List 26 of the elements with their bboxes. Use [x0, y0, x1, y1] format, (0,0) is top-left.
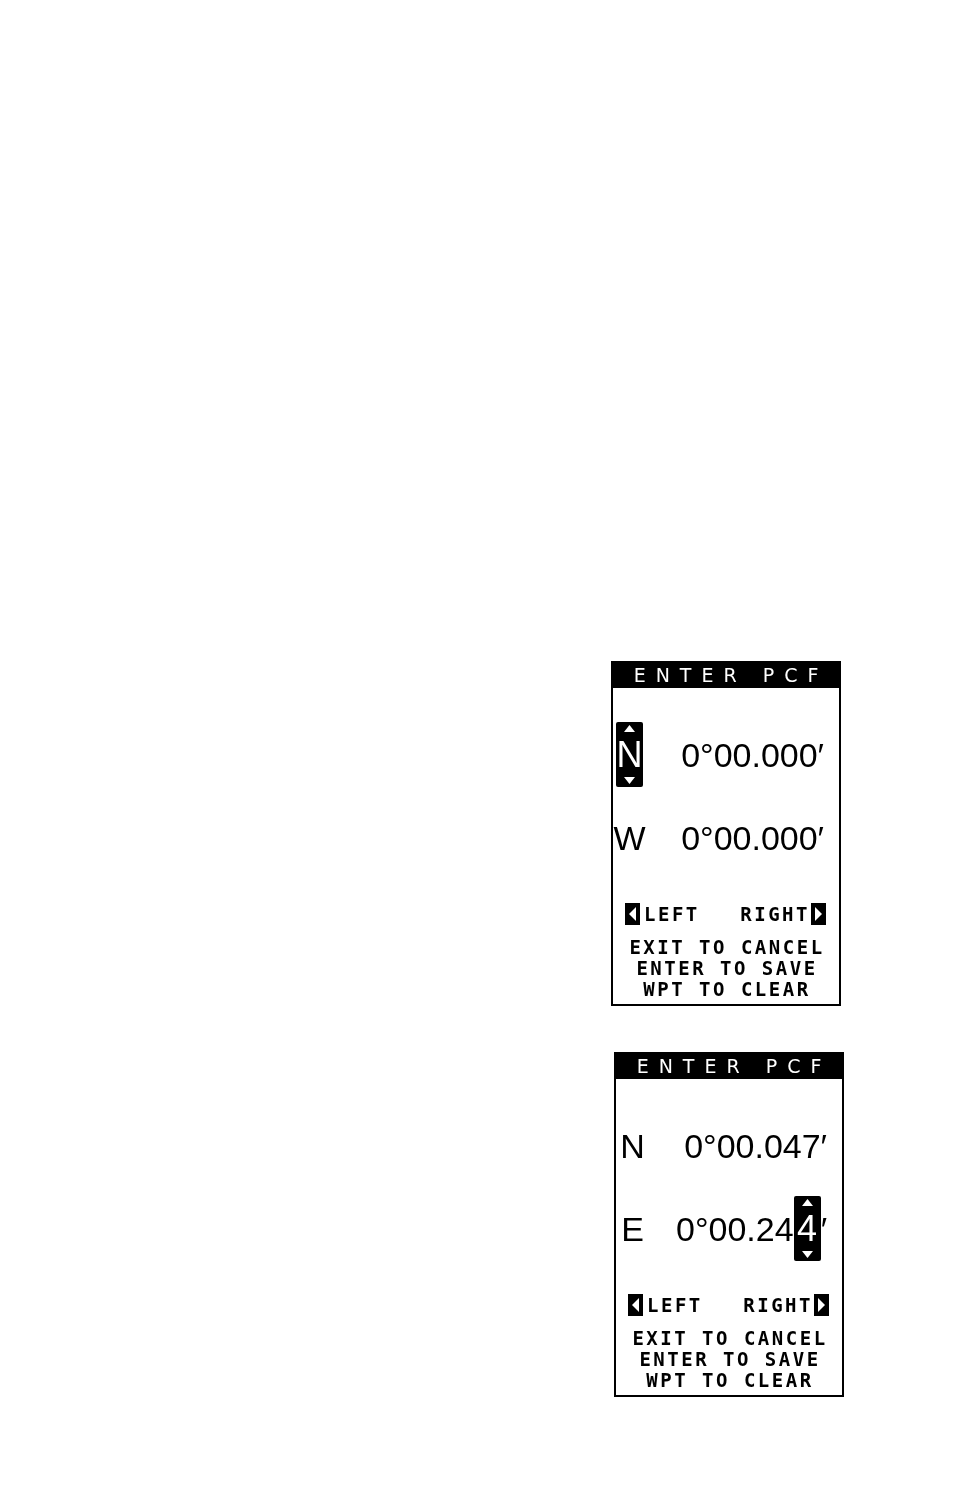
- up-triangle-icon: [801, 1199, 813, 1206]
- instruction-line: ENTER TO SAVE: [635, 958, 818, 979]
- instruction-line: EXIT TO CANCEL: [631, 1328, 828, 1349]
- hemisphere-letter: W: [613, 819, 646, 856]
- left-hint: LEFT: [644, 901, 700, 927]
- down-triangle-icon: [624, 777, 635, 784]
- right-hint: RIGHT: [743, 1292, 813, 1318]
- cursor-character: 4: [797, 1210, 818, 1247]
- screen-title: ENTER PCF: [636, 1057, 832, 1076]
- hemisphere-letter: N: [620, 1127, 645, 1164]
- instruction-line: WPT TO CLEAR: [645, 1370, 814, 1391]
- coordinate-value: 0°00.000′: [681, 819, 824, 856]
- coordinate-value: 0°00.000′: [681, 736, 824, 773]
- coordinate-value: ′: [820, 1210, 827, 1247]
- hemisphere-letter: E: [621, 1210, 644, 1247]
- screen-title: ENTER PCF: [633, 666, 829, 685]
- instruction-line: ENTER TO SAVE: [638, 1349, 821, 1370]
- coordinate-value: 0°00.24: [676, 1210, 794, 1247]
- instruction-line: EXIT TO CANCEL: [628, 937, 825, 958]
- left-hint: LEFT: [647, 1292, 703, 1318]
- down-triangle-icon: [801, 1251, 813, 1258]
- cursor-character: N: [616, 736, 643, 773]
- up-triangle-icon: [624, 725, 635, 732]
- instruction-line: WPT TO CLEAR: [642, 979, 811, 1000]
- right-hint: RIGHT: [740, 901, 810, 927]
- coordinate-value: 0°00.047′: [684, 1127, 827, 1164]
